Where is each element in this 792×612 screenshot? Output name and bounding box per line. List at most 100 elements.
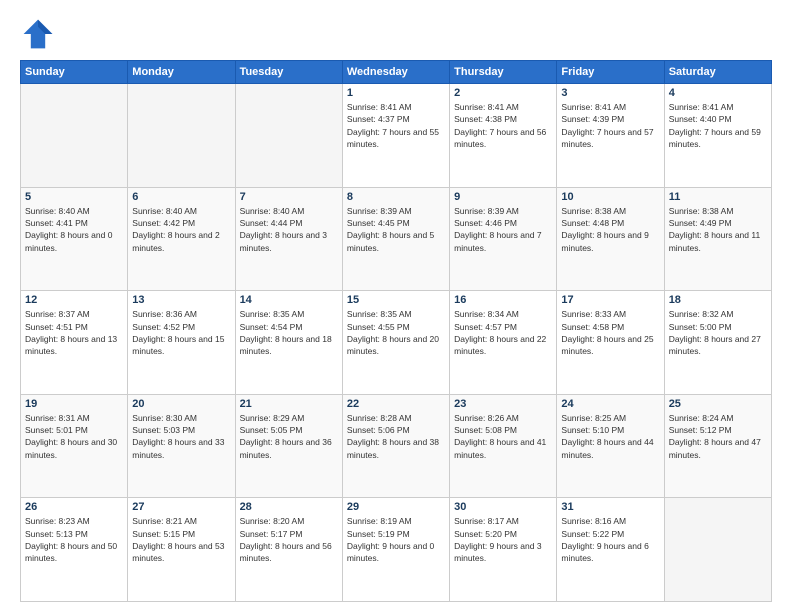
day-info: Sunrise: 8:28 AMSunset: 5:06 PMDaylight:… <box>347 412 445 461</box>
day-number: 10 <box>561 191 659 203</box>
day-number: 13 <box>132 294 230 306</box>
weekday-wednesday: Wednesday <box>342 61 449 84</box>
day-number: 22 <box>347 398 445 410</box>
day-number: 2 <box>454 87 552 99</box>
empty-cell <box>664 498 771 602</box>
day-info: Sunrise: 8:41 AMSunset: 4:38 PMDaylight:… <box>454 101 552 150</box>
day-number: 31 <box>561 501 659 513</box>
day-number: 1 <box>347 87 445 99</box>
day-cell-14: 14 Sunrise: 8:35 AMSunset: 4:54 PMDayligh… <box>235 291 342 395</box>
week-row-5: 26 Sunrise: 8:23 AMSunset: 5:13 PMDayligh… <box>21 498 772 602</box>
day-info: Sunrise: 8:24 AMSunset: 5:12 PMDaylight:… <box>669 412 767 461</box>
day-info: Sunrise: 8:19 AMSunset: 5:19 PMDaylight:… <box>347 515 445 564</box>
day-info: Sunrise: 8:40 AMSunset: 4:41 PMDaylight:… <box>25 205 123 254</box>
day-number: 26 <box>25 501 123 513</box>
logo <box>20 16 60 52</box>
logo-icon <box>20 16 56 52</box>
day-cell-10: 10 Sunrise: 8:38 AMSunset: 4:48 PMDayligh… <box>557 187 664 291</box>
day-number: 9 <box>454 191 552 203</box>
day-cell-5: 5 Sunrise: 8:40 AMSunset: 4:41 PMDaylight… <box>21 187 128 291</box>
weekday-friday: Friday <box>557 61 664 84</box>
day-cell-27: 27 Sunrise: 8:21 AMSunset: 5:15 PMDayligh… <box>128 498 235 602</box>
day-info: Sunrise: 8:39 AMSunset: 4:46 PMDaylight:… <box>454 205 552 254</box>
day-cell-13: 13 Sunrise: 8:36 AMSunset: 4:52 PMDayligh… <box>128 291 235 395</box>
day-info: Sunrise: 8:23 AMSunset: 5:13 PMDaylight:… <box>25 515 123 564</box>
day-info: Sunrise: 8:20 AMSunset: 5:17 PMDaylight:… <box>240 515 338 564</box>
empty-cell <box>235 84 342 188</box>
day-number: 5 <box>25 191 123 203</box>
day-cell-29: 29 Sunrise: 8:19 AMSunset: 5:19 PMDayligh… <box>342 498 449 602</box>
day-cell-19: 19 Sunrise: 8:31 AMSunset: 5:01 PMDayligh… <box>21 394 128 498</box>
day-number: 25 <box>669 398 767 410</box>
day-cell-1: 1Sunrise: 8:41 AMSunset: 4:37 PMDaylight… <box>342 84 449 188</box>
day-cell-3: 3Sunrise: 8:41 AMSunset: 4:39 PMDaylight… <box>557 84 664 188</box>
week-row-3: 12 Sunrise: 8:37 AMSunset: 4:51 PMDayligh… <box>21 291 772 395</box>
day-cell-4: 4Sunrise: 8:41 AMSunset: 4:40 PMDaylight… <box>664 84 771 188</box>
day-cell-12: 12 Sunrise: 8:37 AMSunset: 4:51 PMDayligh… <box>21 291 128 395</box>
day-cell-30: 30 Sunrise: 8:17 AMSunset: 5:20 PMDayligh… <box>450 498 557 602</box>
day-number: 18 <box>669 294 767 306</box>
day-cell-20: 20 Sunrise: 8:30 AMSunset: 5:03 PMDayligh… <box>128 394 235 498</box>
day-number: 24 <box>561 398 659 410</box>
day-number: 30 <box>454 501 552 513</box>
weekday-tuesday: Tuesday <box>235 61 342 84</box>
day-info: Sunrise: 8:36 AMSunset: 4:52 PMDaylight:… <box>132 308 230 357</box>
day-cell-25: 25 Sunrise: 8:24 AMSunset: 5:12 PMDayligh… <box>664 394 771 498</box>
day-number: 21 <box>240 398 338 410</box>
day-number: 8 <box>347 191 445 203</box>
day-info: Sunrise: 8:31 AMSunset: 5:01 PMDaylight:… <box>25 412 123 461</box>
day-info: Sunrise: 8:39 AMSunset: 4:45 PMDaylight:… <box>347 205 445 254</box>
day-number: 6 <box>132 191 230 203</box>
day-info: Sunrise: 8:30 AMSunset: 5:03 PMDaylight:… <box>132 412 230 461</box>
day-cell-28: 28 Sunrise: 8:20 AMSunset: 5:17 PMDayligh… <box>235 498 342 602</box>
day-info: Sunrise: 8:25 AMSunset: 5:10 PMDaylight:… <box>561 412 659 461</box>
day-cell-26: 26 Sunrise: 8:23 AMSunset: 5:13 PMDayligh… <box>21 498 128 602</box>
day-number: 23 <box>454 398 552 410</box>
day-info: Sunrise: 8:37 AMSunset: 4:51 PMDaylight:… <box>25 308 123 357</box>
day-number: 19 <box>25 398 123 410</box>
day-number: 14 <box>240 294 338 306</box>
empty-cell <box>21 84 128 188</box>
header <box>20 16 772 52</box>
day-number: 17 <box>561 294 659 306</box>
day-info: Sunrise: 8:26 AMSunset: 5:08 PMDaylight:… <box>454 412 552 461</box>
page: SundayMondayTuesdayWednesdayThursdayFrid… <box>0 0 792 612</box>
weekday-saturday: Saturday <box>664 61 771 84</box>
day-cell-8: 8 Sunrise: 8:39 AMSunset: 4:45 PMDaylight… <box>342 187 449 291</box>
day-cell-24: 24 Sunrise: 8:25 AMSunset: 5:10 PMDayligh… <box>557 394 664 498</box>
weekday-header-row: SundayMondayTuesdayWednesdayThursdayFrid… <box>21 61 772 84</box>
day-info: Sunrise: 8:40 AMSunset: 4:44 PMDaylight:… <box>240 205 338 254</box>
day-cell-6: 6 Sunrise: 8:40 AMSunset: 4:42 PMDaylight… <box>128 187 235 291</box>
day-info: Sunrise: 8:38 AMSunset: 4:48 PMDaylight:… <box>561 205 659 254</box>
weekday-thursday: Thursday <box>450 61 557 84</box>
day-number: 28 <box>240 501 338 513</box>
day-info: Sunrise: 8:38 AMSunset: 4:49 PMDaylight:… <box>669 205 767 254</box>
day-info: Sunrise: 8:40 AMSunset: 4:42 PMDaylight:… <box>132 205 230 254</box>
day-number: 4 <box>669 87 767 99</box>
day-cell-7: 7Sunrise: 8:40 AMSunset: 4:44 PMDaylight… <box>235 187 342 291</box>
day-number: 12 <box>25 294 123 306</box>
day-cell-17: 17Sunrise: 8:33 AMSunset: 4:58 PMDayligh… <box>557 291 664 395</box>
day-info: Sunrise: 8:35 AMSunset: 4:54 PMDaylight:… <box>240 308 338 357</box>
day-number: 27 <box>132 501 230 513</box>
day-cell-15: 15 Sunrise: 8:35 AMSunset: 4:55 PMDayligh… <box>342 291 449 395</box>
day-info: Sunrise: 8:35 AMSunset: 4:55 PMDaylight:… <box>347 308 445 357</box>
day-info: Sunrise: 8:17 AMSunset: 5:20 PMDaylight:… <box>454 515 552 564</box>
day-cell-21: 21Sunrise: 8:29 AMSunset: 5:05 PMDayligh… <box>235 394 342 498</box>
day-info: Sunrise: 8:21 AMSunset: 5:15 PMDaylight:… <box>132 515 230 564</box>
day-info: Sunrise: 8:32 AMSunset: 5:00 PMDaylight:… <box>669 308 767 357</box>
week-row-1: 1Sunrise: 8:41 AMSunset: 4:37 PMDaylight… <box>21 84 772 188</box>
calendar: SundayMondayTuesdayWednesdayThursdayFrid… <box>20 60 772 602</box>
weekday-monday: Monday <box>128 61 235 84</box>
day-number: 29 <box>347 501 445 513</box>
day-cell-11: 11Sunrise: 8:38 AMSunset: 4:49 PMDayligh… <box>664 187 771 291</box>
day-cell-18: 18 Sunrise: 8:32 AMSunset: 5:00 PMDayligh… <box>664 291 771 395</box>
day-number: 3 <box>561 87 659 99</box>
day-info: Sunrise: 8:16 AMSunset: 5:22 PMDaylight:… <box>561 515 659 564</box>
day-cell-9: 9 Sunrise: 8:39 AMSunset: 4:46 PMDaylight… <box>450 187 557 291</box>
day-cell-31: 31 Sunrise: 8:16 AMSunset: 5:22 PMDayligh… <box>557 498 664 602</box>
day-cell-22: 22 Sunrise: 8:28 AMSunset: 5:06 PMDayligh… <box>342 394 449 498</box>
day-number: 15 <box>347 294 445 306</box>
day-cell-16: 16Sunrise: 8:34 AMSunset: 4:57 PMDayligh… <box>450 291 557 395</box>
day-number: 20 <box>132 398 230 410</box>
